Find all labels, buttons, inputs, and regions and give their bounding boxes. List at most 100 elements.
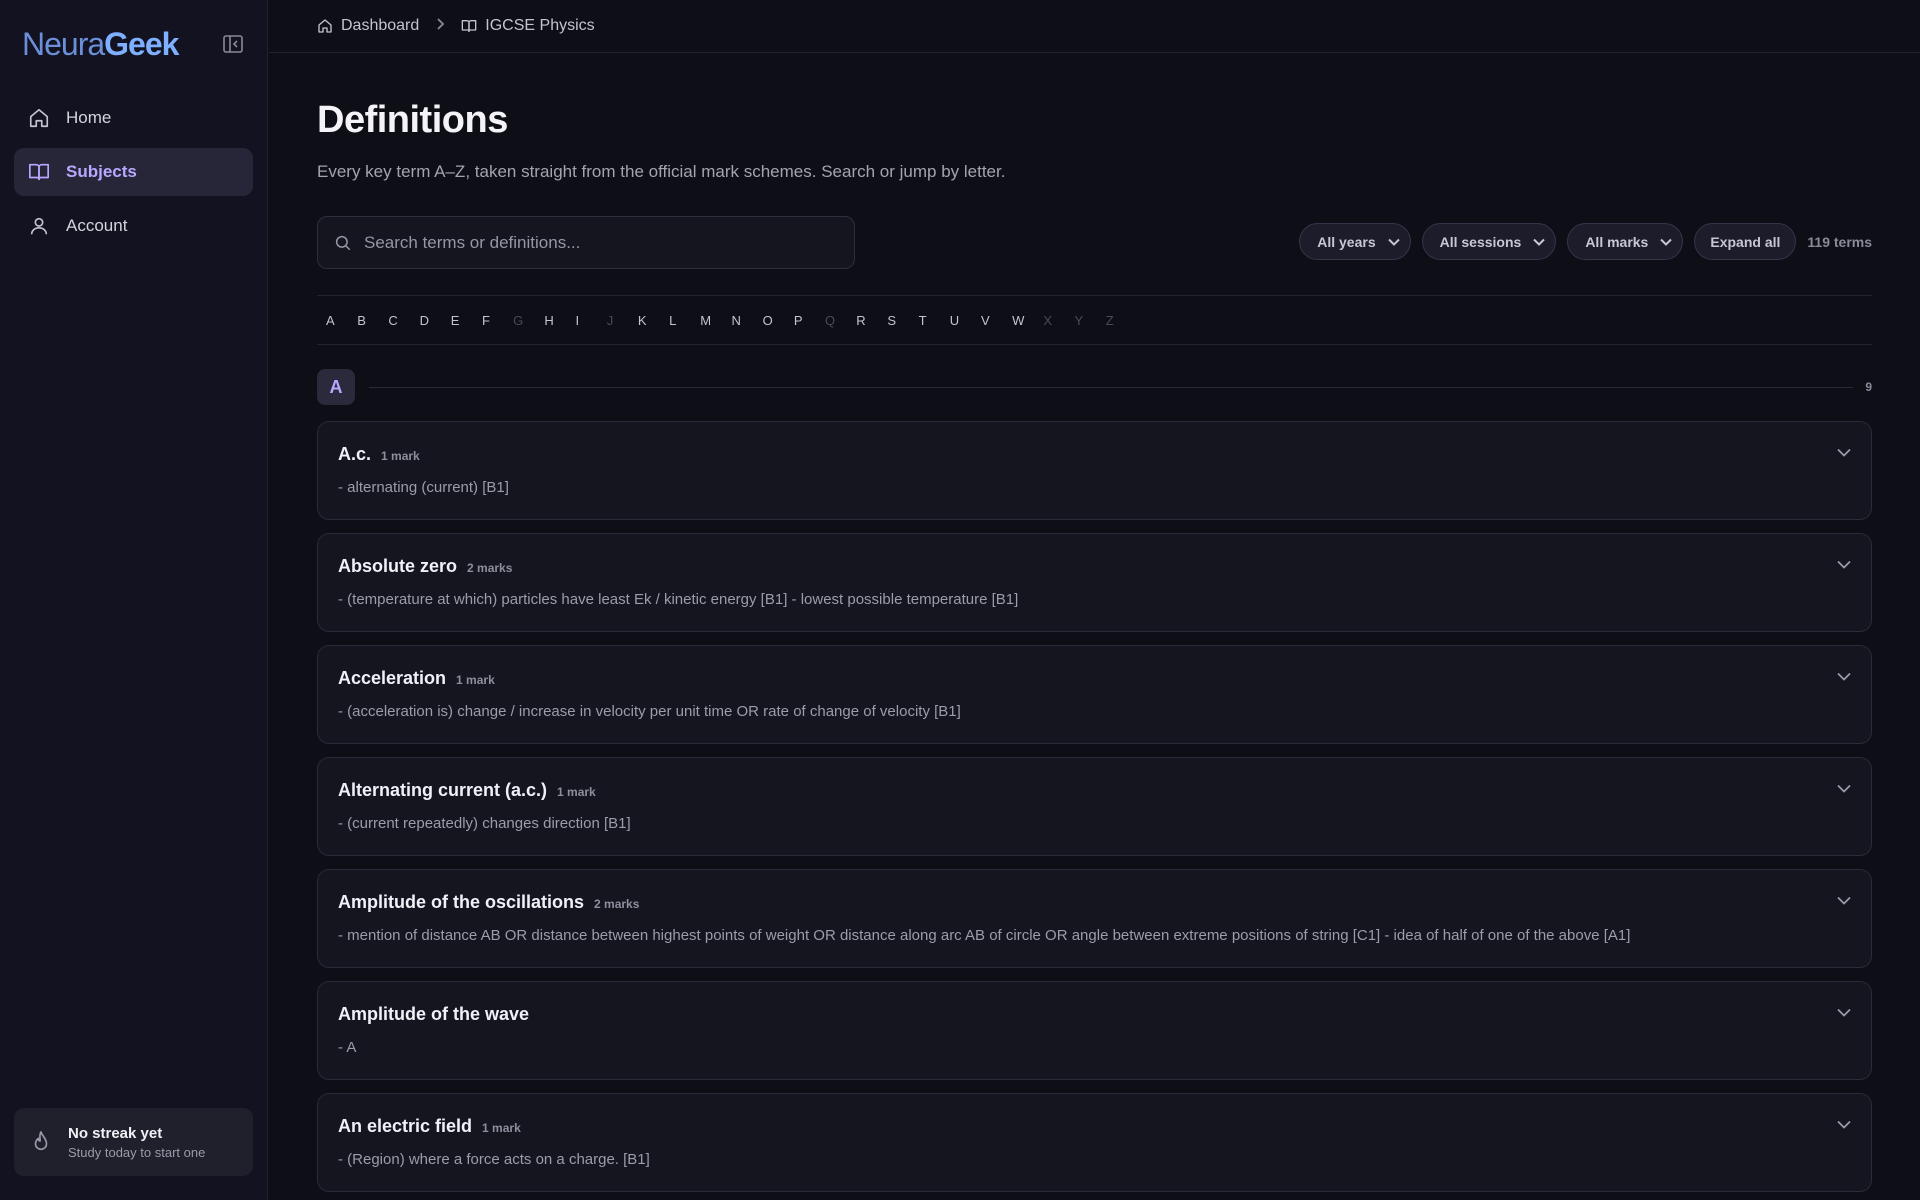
breadcrumb: Dashboard IGCSE Physics — [269, 0, 1920, 53]
filter-label: All sessions — [1439, 233, 1522, 250]
letter-jump-j: J — [606, 312, 614, 328]
breadcrumb-label: IGCSE Physics — [485, 17, 595, 34]
streak-title: No streak yet — [68, 1124, 163, 1142]
streak-card[interactable]: No streak yet Study today to start one — [14, 1108, 253, 1176]
letter-jump-n[interactable]: N — [731, 313, 762, 328]
filter-label: All marks — [1585, 233, 1649, 250]
sidebar-item-account[interactable]: Account — [14, 202, 253, 250]
section-letter: A — [317, 369, 355, 405]
brand-logo[interactable]: NeuraGeek — [22, 26, 179, 63]
definition-card[interactable]: An electric field 1 mark - (Region) where … — [317, 1093, 1872, 1192]
sidebar-item-home[interactable]: Home — [14, 94, 253, 142]
definition-card[interactable]: Amplitude of the oscillations 2 marks - me… — [317, 869, 1872, 968]
filter-sessions-select[interactable]: All sessions — [1421, 223, 1557, 260]
brand-part1: Neura — [22, 26, 105, 62]
chevron-down-icon[interactable] — [1837, 560, 1851, 569]
letter-jump-m[interactable]: M — [700, 313, 731, 328]
letter-jump-u[interactable]: U — [950, 313, 981, 328]
sidebar-item-label: Home — [66, 108, 112, 127]
sidebar-collapse-button[interactable] — [222, 34, 244, 54]
search-input[interactable] — [364, 232, 844, 253]
chevron-right-icon — [435, 17, 445, 35]
letter-jump-x: X — [1043, 312, 1052, 328]
definition-term: Alternating current (a.c.) — [338, 780, 548, 800]
search-box — [317, 216, 855, 269]
letter-jump-o[interactable]: O — [763, 313, 794, 328]
letter-jump-t[interactable]: T — [919, 313, 950, 328]
chevron-down-icon[interactable] — [1837, 448, 1851, 457]
definition-marks: 2 marks — [594, 897, 640, 911]
definition-text: - (temperature at which) particles have … — [338, 591, 1019, 608]
letter-jump-g: G — [513, 312, 524, 328]
page-title: Definitions — [317, 99, 508, 141]
streak-subtitle: Study today to start one — [68, 1144, 206, 1160]
definition-text: - (acceleration is) change / increase in… — [338, 703, 961, 720]
panel-left-icon — [223, 35, 243, 53]
chevron-down-icon[interactable] — [1837, 784, 1851, 793]
definition-card[interactable]: A.c. 1 mark - alternating (current) [B1] — [317, 421, 1872, 520]
filters: All years All sessions All marks Expand … — [1288, 223, 1872, 260]
definition-term: Acceleration — [338, 668, 447, 688]
sidebar-item-label: Account — [66, 216, 128, 235]
breadcrumb-label: Dashboard — [341, 17, 420, 34]
definition-term: Amplitude of the wave — [338, 1004, 530, 1024]
chevron-down-icon — [1660, 238, 1673, 246]
definition-term: An electric field — [338, 1116, 473, 1136]
letter-jump-r[interactable]: R — [856, 313, 887, 328]
letter-jump-f[interactable]: F — [482, 313, 513, 328]
definition-card[interactable]: Acceleration 1 mark - (acceleration is) ch… — [317, 645, 1872, 744]
letter-jump-p[interactable]: P — [794, 313, 825, 328]
chevron-down-icon[interactable] — [1837, 1008, 1851, 1017]
chevron-down-icon — [1533, 238, 1546, 246]
letter-jump-z: Z — [1105, 312, 1114, 328]
letter-jump-q: Q — [825, 312, 836, 328]
letter-jump-d[interactable]: D — [420, 313, 451, 328]
sidebar-item-label: Subjects — [66, 162, 137, 181]
letter-jump-w[interactable]: W — [1012, 313, 1043, 328]
section-header: A 9 — [317, 369, 1872, 405]
definition-marks: 1 mark — [456, 673, 495, 687]
sidebar-item-subjects[interactable]: Subjects — [14, 148, 253, 196]
filter-years-select[interactable]: All years — [1299, 223, 1411, 260]
main-content: Definitions Every key term A–Z, taken st… — [317, 53, 1872, 1200]
definition-card[interactable]: Alternating current (a.c.) 1 mark - (curre… — [317, 757, 1872, 856]
chevron-down-icon — [1387, 238, 1400, 246]
expand-all-button[interactable]: Expand all — [1694, 223, 1797, 260]
definition-marks: 2 marks — [467, 561, 513, 575]
letter-jump-a[interactable]: A — [326, 313, 357, 328]
definition-text: - mention of distance AB OR distance bet… — [338, 927, 1631, 944]
sidebar: NeuraGeek Home Subjects Account No strea… — [0, 0, 268, 1200]
home-icon — [318, 19, 332, 33]
chevron-down-icon[interactable] — [1837, 896, 1851, 905]
letter-jump-i[interactable]: I — [576, 313, 607, 328]
letter-jump-h[interactable]: H — [544, 313, 575, 328]
definition-text: - alternating (current) [B1] — [338, 479, 509, 496]
home-icon — [29, 108, 49, 128]
controls-bar: All years All sessions All marks Expand … — [317, 216, 1872, 269]
filter-label: All years — [1317, 233, 1376, 250]
breadcrumb-subject[interactable]: IGCSE Physics — [461, 17, 595, 35]
definition-card[interactable]: Absolute zero 2 marks - (temperature at wh… — [317, 533, 1872, 632]
definition-marks: 1 mark — [482, 1121, 521, 1135]
letter-jump-v[interactable]: V — [981, 313, 1012, 328]
definition-term: Amplitude of the oscillations — [338, 892, 585, 912]
letter-jump-k[interactable]: K — [638, 313, 669, 328]
definition-card[interactable]: Amplitude of the wave - A — [317, 981, 1872, 1080]
book-icon — [29, 163, 49, 181]
letter-jump-e[interactable]: E — [451, 313, 482, 328]
sidebar-nav: Home Subjects Account — [14, 94, 253, 256]
chevron-down-icon[interactable] — [1837, 672, 1851, 681]
letter-jump-l[interactable]: L — [669, 313, 700, 328]
definitions-list: A.c. 1 mark - alternating (current) [B1] Ab… — [317, 421, 1872, 1192]
page-subtitle: Every key term A–Z, taken straight from … — [317, 162, 1006, 181]
term-count: 119 terms — [1807, 233, 1872, 250]
definition-text: - (Region) where a force acts on a charg… — [338, 1151, 650, 1168]
letter-jump-s[interactable]: S — [887, 313, 918, 328]
filter-marks-select[interactable]: All marks — [1567, 223, 1684, 260]
chevron-down-icon[interactable] — [1837, 1120, 1851, 1129]
section-divider — [369, 386, 1854, 388]
letter-jump-c[interactable]: C — [388, 313, 419, 328]
section-count: 9 — [1865, 380, 1872, 394]
letter-jump-b[interactable]: B — [357, 313, 388, 328]
breadcrumb-dashboard[interactable]: Dashboard — [317, 17, 419, 35]
